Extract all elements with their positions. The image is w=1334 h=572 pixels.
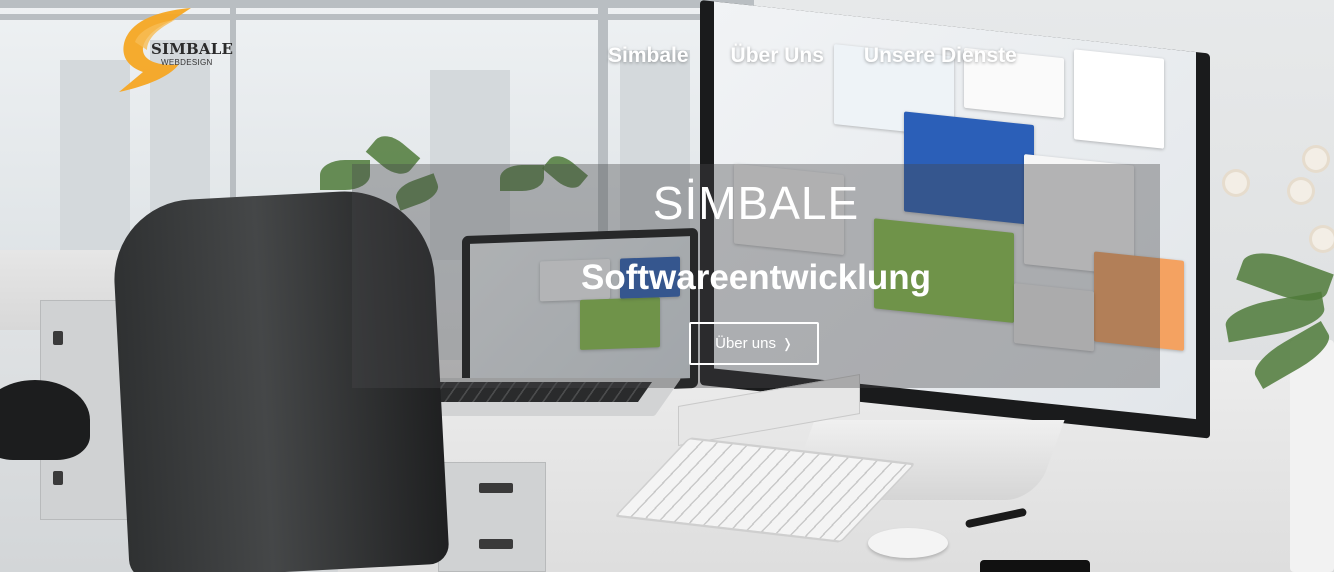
smartphone	[980, 560, 1090, 572]
about-us-button[interactable]: Über uns ❭	[689, 322, 819, 365]
orchid-flower	[1312, 228, 1334, 250]
screen-tile	[1074, 49, 1164, 149]
drawer-handle	[479, 483, 513, 493]
orchid-flower	[1305, 148, 1327, 170]
drawer-handle	[53, 331, 63, 345]
orchid-flower	[1290, 180, 1312, 202]
drawer-handle	[479, 539, 513, 549]
chevron-right-icon: ❭	[781, 335, 793, 351]
brand-logo[interactable]: SIMBALE WEBDESIGN	[113, 6, 233, 96]
nav-item-ueber-uns[interactable]: Über Uns	[731, 44, 824, 68]
drawer-cabinet	[438, 462, 546, 572]
nav-item-unsere-dienste[interactable]: Unsere Dienste	[864, 44, 1017, 68]
nav-item-simbale[interactable]: Simbale	[608, 44, 689, 68]
logo-subtitle: WEBDESIGN	[161, 58, 213, 67]
about-us-button-label: Über uns	[715, 335, 776, 352]
hero-title: SİMBALE	[652, 177, 860, 229]
hero-subtitle: Softwareentwicklung	[580, 258, 932, 297]
orchid-flower	[1225, 172, 1247, 194]
drawer-handle	[53, 471, 63, 485]
main-nav: Simbale Über Uns Unsere Dienste	[608, 44, 1017, 68]
logo-title: SIMBALE	[151, 40, 234, 58]
mouse	[868, 528, 948, 558]
plant-pot	[1290, 340, 1334, 572]
